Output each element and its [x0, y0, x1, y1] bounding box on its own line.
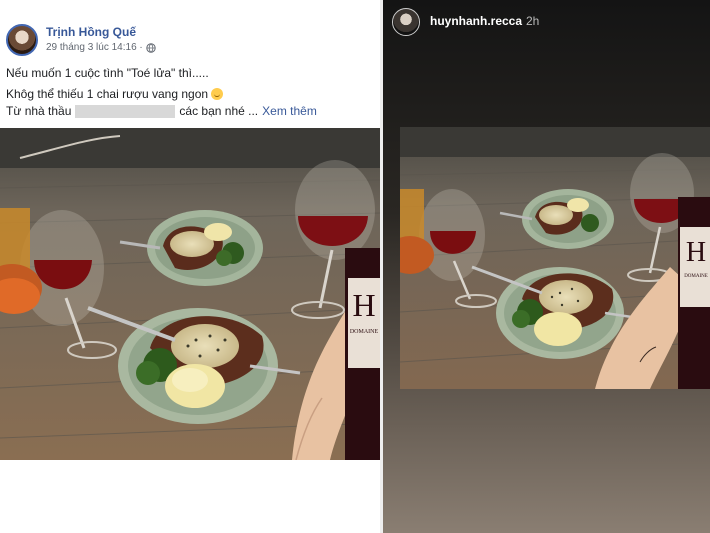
post-text-line: Từ nhà thầu các bạn nhé ... Xem thêm — [6, 104, 317, 118]
post-text-line: Nếu muốn 1 cuộc tình "Toé lửa" thì..... — [6, 66, 209, 80]
see-more-link[interactable]: Xem thêm — [262, 104, 317, 118]
facebook-post: Trịnh Hồng Quế 29 tháng 3 lúc 14:16 · Nế… — [0, 0, 380, 533]
smiling-face-icon — [211, 88, 224, 100]
steak-dinner-photo: H DOMAINE — [0, 128, 380, 460]
author-avatar[interactable] — [6, 24, 38, 56]
story-photo[interactable]: H DOMAINE — [400, 127, 710, 389]
instagram-story: huynhanh.recca 2h H DOMAINE — [380, 0, 710, 533]
story-username[interactable]: huynhanh.recca — [430, 14, 522, 28]
post-meta: 29 tháng 3 lúc 14:16 · — [46, 42, 156, 53]
steak-dinner-photo: H DOMAINE — [400, 127, 710, 389]
wine-label-letter: H — [352, 287, 375, 323]
story-time: 2h — [526, 14, 540, 28]
post-text: Từ nhà thầu — [6, 104, 72, 118]
post-text-line: Khôg thể thiếu 1 chai rượu vang ngon — [6, 87, 224, 101]
post-photo[interactable]: H DOMAINE — [0, 128, 380, 460]
globe-icon[interactable] — [146, 42, 156, 53]
post-timestamp[interactable]: 29 tháng 3 lúc 14:16 · — [46, 42, 143, 53]
post-text: Khôg thể thiếu 1 chai rượu vang ngon — [6, 87, 209, 101]
story-avatar[interactable] — [392, 8, 420, 36]
redacted-text — [75, 104, 176, 118]
author-name[interactable]: Trịnh Hồng Quế — [46, 25, 136, 39]
post-text: các bạn nhé ... — [179, 104, 259, 118]
wine-label-text: DOMAINE — [684, 274, 708, 279]
wine-label-text: DOMAINE — [350, 329, 379, 335]
wine-label-letter: H — [686, 237, 706, 268]
